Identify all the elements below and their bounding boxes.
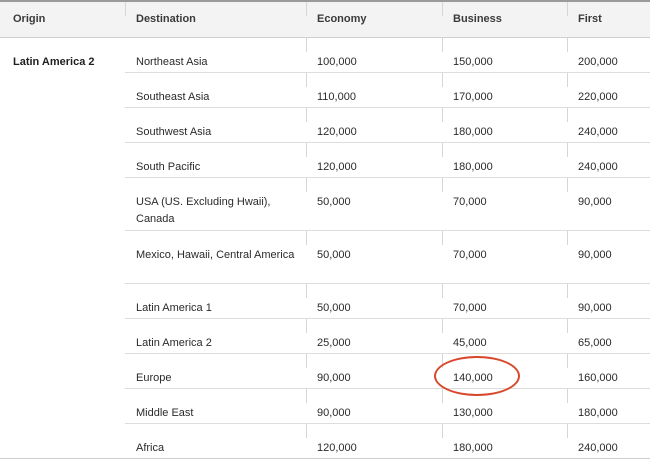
first-cell: 200,000	[567, 37, 650, 73]
business-cell: 180,000	[442, 107, 567, 143]
first-cell: 160,000	[567, 353, 650, 389]
economy-cell: 90,000	[306, 353, 442, 389]
business-cell: 70,000	[442, 283, 567, 319]
business-cell: 180,000	[442, 423, 567, 459]
first-cell: 240,000	[567, 142, 650, 178]
business-cell: 150,000	[442, 37, 567, 73]
destination-cell: Middle East	[125, 388, 306, 424]
business-cell-highlighted: 140,000	[442, 353, 567, 389]
award-chart-table: Origin Destination Economy Business Firs…	[0, 0, 650, 459]
table-row: Latin America 2 Northeast Asia 100,000 1…	[0, 37, 650, 459]
first-cell: 90,000	[567, 177, 650, 231]
header-business: Business	[442, 1, 567, 38]
first-cell: 240,000	[567, 423, 650, 459]
header-origin: Origin	[0, 1, 125, 38]
destination-cell: Latin America 2	[125, 318, 306, 354]
business-cell: 70,000	[442, 230, 567, 284]
first-cell: 240,000	[567, 107, 650, 143]
economy-cell: 120,000	[306, 142, 442, 178]
first-cell: 180,000	[567, 388, 650, 424]
first-cell: 90,000	[567, 283, 650, 319]
business-cell: 45,000	[442, 318, 567, 354]
business-cell: 180,000	[442, 142, 567, 178]
table-header: Origin Destination Economy Business Firs…	[0, 1, 650, 38]
header-destination: Destination	[125, 1, 306, 38]
page: Origin Destination Economy Business Firs…	[0, 0, 650, 475]
destination-cell: Africa	[125, 423, 306, 459]
business-cell: 170,000	[442, 72, 567, 108]
business-cell: 130,000	[442, 388, 567, 424]
header-row: Origin Destination Economy Business Firs…	[0, 1, 650, 38]
origin-cell: Latin America 2	[0, 37, 125, 459]
economy-cell: 120,000	[306, 423, 442, 459]
destination-cell: Mexico, Hawaii, Central America	[125, 230, 306, 284]
economy-cell: 25,000	[306, 318, 442, 354]
destination-cell: South Pacific	[125, 142, 306, 178]
destination-cell: Northeast Asia	[125, 37, 306, 73]
destination-cell: Southeast Asia	[125, 72, 306, 108]
economy-cell: 110,000	[306, 72, 442, 108]
economy-cell: 50,000	[306, 177, 442, 231]
economy-cell: 90,000	[306, 388, 442, 424]
first-cell: 220,000	[567, 72, 650, 108]
economy-cell: 100,000	[306, 37, 442, 73]
first-cell: 65,000	[567, 318, 650, 354]
business-cell: 70,000	[442, 177, 567, 231]
economy-cell: 50,000	[306, 230, 442, 284]
destination-cell: Latin America 1	[125, 283, 306, 319]
header-first: First	[567, 1, 650, 38]
destination-cell: Southwest Asia	[125, 107, 306, 143]
header-economy: Economy	[306, 1, 442, 38]
destination-cell: Europe	[125, 353, 306, 389]
table-body: Latin America 2 Northeast Asia 100,000 1…	[0, 37, 650, 459]
economy-cell: 50,000	[306, 283, 442, 319]
destination-cell: USA (US. Excluding Hwaii), Canada	[125, 177, 306, 231]
economy-cell: 120,000	[306, 107, 442, 143]
first-cell: 90,000	[567, 230, 650, 284]
